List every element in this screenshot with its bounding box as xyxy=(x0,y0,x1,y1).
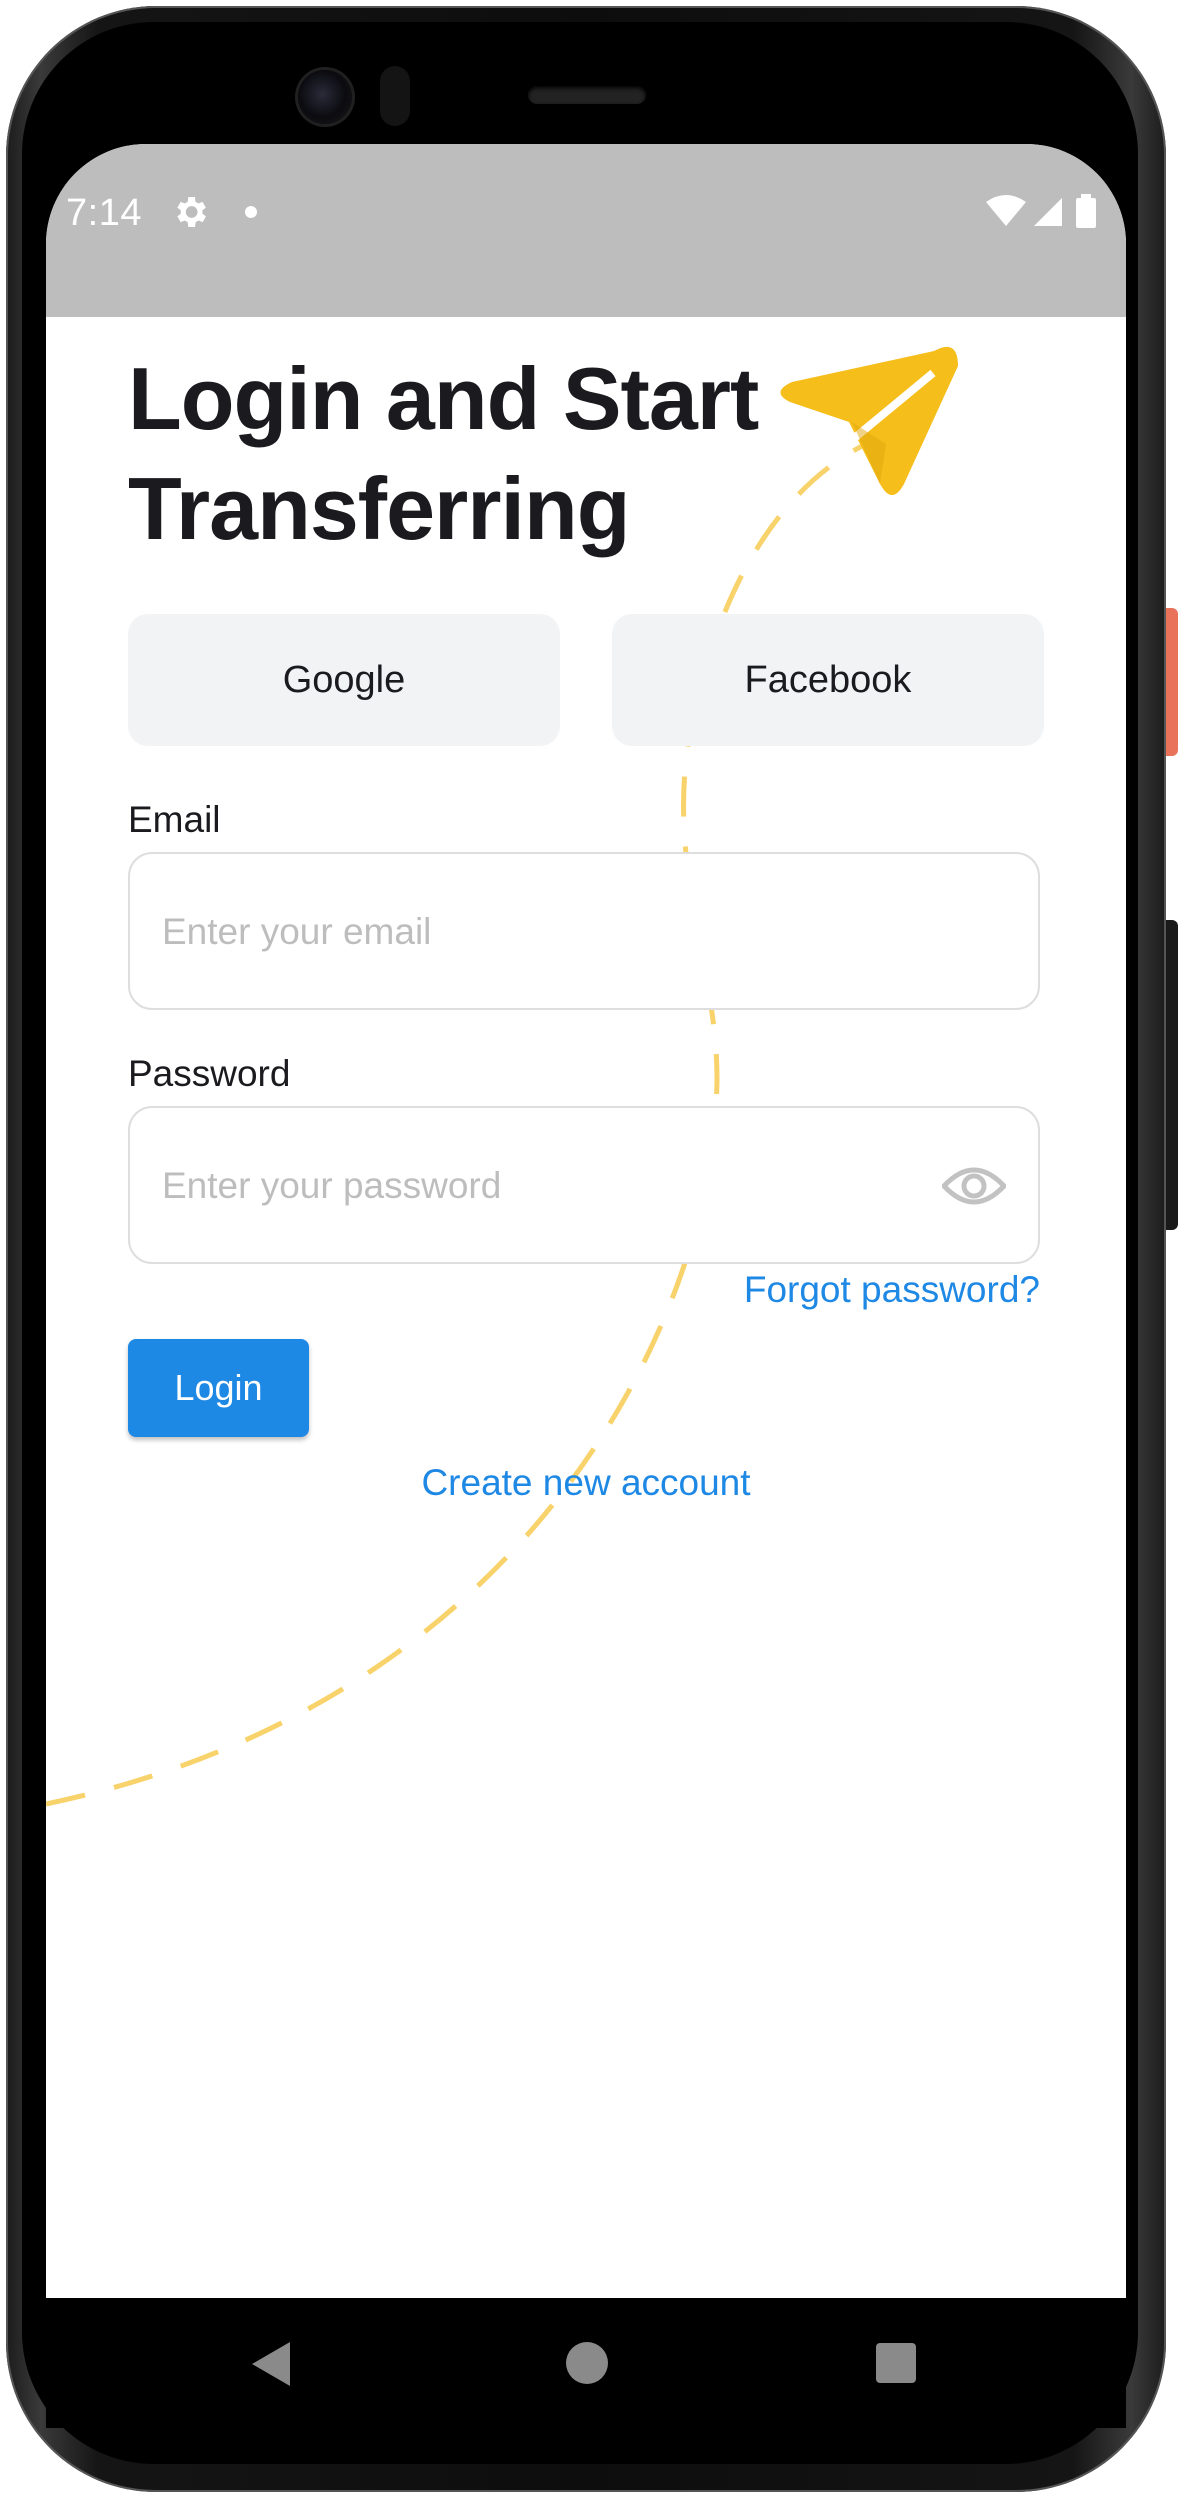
status-time: 7:14 xyxy=(66,192,142,234)
app-screen: 7:14 Login and Start Transferring Google… xyxy=(46,144,1126,2298)
proximity-sensor xyxy=(380,66,410,126)
back-icon[interactable] xyxy=(252,2342,290,2386)
volume-button xyxy=(1166,920,1178,1230)
navigation-bar xyxy=(46,2298,1126,2428)
home-icon[interactable] xyxy=(566,2342,608,2384)
email-field-container xyxy=(128,852,1040,1010)
front-camera xyxy=(298,70,352,124)
eye-icon[interactable] xyxy=(942,1162,1006,1210)
forgot-password-link[interactable]: Forgot password? xyxy=(740,1269,1040,1311)
power-button xyxy=(1166,608,1178,756)
create-account-link[interactable]: Create new account xyxy=(46,1462,1126,1504)
login-button[interactable]: Login xyxy=(128,1339,309,1437)
wifi-icon xyxy=(986,195,1026,226)
signal-icon xyxy=(1034,198,1062,226)
password-field-container xyxy=(128,1106,1040,1264)
notification-dot-icon xyxy=(245,206,257,218)
battery-icon xyxy=(1076,198,1096,228)
system-status-icons xyxy=(986,194,1096,228)
email-label: Email xyxy=(128,799,221,840)
password-label: Password xyxy=(128,1053,291,1094)
settings-icon xyxy=(177,197,206,227)
password-input[interactable] xyxy=(160,1108,944,1264)
recents-icon[interactable] xyxy=(876,2343,916,2383)
status-bar: 7:14 xyxy=(46,144,1126,317)
earpiece-speaker xyxy=(528,86,646,104)
google-login-button[interactable]: Google xyxy=(128,614,560,746)
facebook-login-button[interactable]: Facebook xyxy=(612,614,1044,746)
email-input[interactable] xyxy=(160,854,944,1010)
page-title: Login and Start Transferring xyxy=(128,349,759,558)
